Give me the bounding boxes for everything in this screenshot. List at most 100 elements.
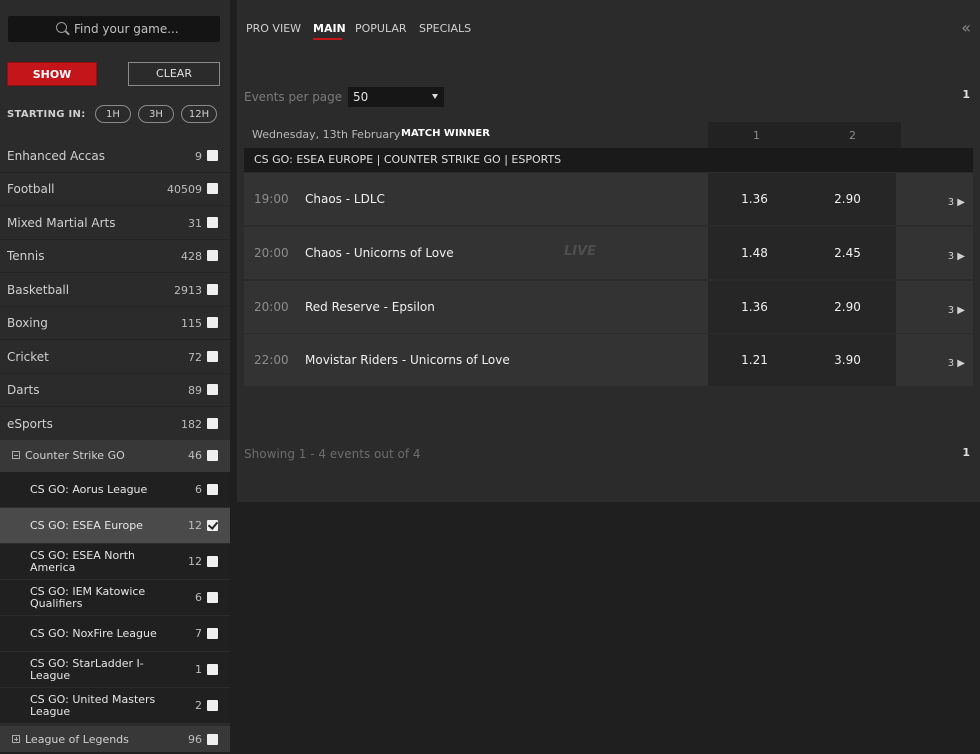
main-panel: PRO VIEW MAIN POPULAR SPECIALS ‹‹ Events… [237, 0, 980, 502]
showing-count: Showing 1 - 4 events out of 4 [244, 447, 421, 461]
sport-count: 40509 [167, 183, 202, 196]
sport-label: eSports [7, 417, 53, 431]
competition-checkbox-checked[interactable] [207, 520, 218, 531]
sport-label: Football [7, 182, 55, 196]
sport-checkbox[interactable] [207, 250, 218, 261]
competition-item-selected[interactable]: CS GO: ESEA Europe 12 [0, 508, 230, 544]
sport-checkbox[interactable] [207, 351, 218, 362]
event-match[interactable]: Movistar Riders - Unicorns of Love [305, 334, 510, 386]
tab-pro-view[interactable]: PRO VIEW [246, 22, 301, 35]
odd-button-1[interactable]: 1.36 [708, 281, 801, 333]
event-time: 20:00 [254, 246, 289, 260]
competition-item[interactable]: CS GO: IEM Katowice Qualifiers 6 [0, 580, 230, 616]
competition-checkbox[interactable] [207, 628, 218, 639]
group-header: CS GO: ESEA EUROPE | COUNTER STRIKE GO |… [244, 148, 973, 172]
search-input[interactable] [74, 20, 214, 38]
sidebar: SHOW CLEAR STARTING IN: 1H 3H 12H Enhanc… [0, 0, 230, 752]
competition-count: 1 [195, 663, 202, 676]
sport-item-boxing[interactable]: Boxing 115 [0, 307, 230, 340]
competition-count: 12 [188, 519, 202, 532]
odd-button-1[interactable]: 1.48 [708, 227, 801, 279]
sport-checkbox[interactable] [207, 284, 218, 295]
subcategory-checkbox[interactable] [207, 734, 218, 745]
time-filter-1h[interactable]: 1H [95, 105, 131, 123]
sport-count: 72 [188, 351, 202, 364]
odd-button-2[interactable]: 2.90 [801, 281, 894, 333]
subcategory-league-of-legends[interactable]: League of Legends 96 [0, 726, 230, 752]
competition-item[interactable]: CS GO: ESEA North America 12 [0, 544, 230, 580]
competition-checkbox[interactable] [207, 484, 218, 495]
sport-checkbox[interactable] [207, 217, 218, 228]
competition-checkbox[interactable] [207, 664, 218, 675]
more-markets-link[interactable]: 3 ▶ [948, 231, 965, 283]
page-number-top[interactable]: 1 [962, 88, 970, 101]
search-box[interactable] [8, 16, 220, 42]
event-row[interactable]: 20:00 Chaos - Unicorns of Love LIVE 1.48… [244, 227, 973, 279]
event-match[interactable]: Chaos - Unicorns of Love [305, 227, 454, 279]
sport-checkbox[interactable] [207, 418, 218, 429]
sport-item-darts[interactable]: Darts 89 [0, 374, 230, 407]
sport-label: Boxing [7, 316, 48, 330]
competition-item[interactable]: CS GO: United Masters League 2 [0, 688, 230, 724]
more-markets-link[interactable]: 3 ▶ [948, 285, 965, 337]
odd-button-2[interactable]: 2.90 [801, 173, 894, 225]
page-number-bottom[interactable]: 1 [962, 446, 970, 459]
clear-button[interactable]: CLEAR [128, 62, 220, 86]
time-filter-12h[interactable]: 12H [181, 105, 217, 123]
subcategory-counter-strike-go[interactable]: Counter Strike GO 46 [0, 440, 230, 472]
odd-button-2[interactable]: 3.90 [801, 334, 894, 386]
events-per-page-select[interactable]: 50 [348, 87, 444, 107]
odd-button-1[interactable]: 1.36 [708, 173, 801, 225]
competition-checkbox[interactable] [207, 700, 218, 711]
sport-checkbox[interactable] [207, 183, 218, 194]
competition-label: CS GO: United Masters League [30, 693, 156, 718]
subcategory-checkbox[interactable] [207, 450, 218, 461]
odd-button-2[interactable]: 2.45 [801, 227, 894, 279]
play-arrow-icon: ▶ [957, 251, 965, 262]
events-per-page-label: Events per page [244, 90, 343, 104]
sport-item-football[interactable]: Football 40509 [0, 173, 230, 206]
divider [894, 281, 896, 333]
odd-button-1[interactable]: 1.21 [708, 334, 801, 386]
group-title: CS GO: ESEA EUROPE | COUNTER STRIKE GO |… [254, 153, 562, 166]
competition-checkbox[interactable] [207, 556, 218, 567]
collapse-icon[interactable] [12, 451, 20, 459]
sport-count: 9 [195, 150, 202, 163]
event-row[interactable]: 22:00 Movistar Riders - Unicorns of Love… [244, 334, 973, 386]
expand-icon[interactable] [12, 735, 20, 743]
tab-main[interactable]: MAIN [313, 22, 346, 35]
sport-item-tennis[interactable]: Tennis 428 [0, 240, 230, 273]
collapse-double-chevron-icon[interactable]: ‹‹ [961, 18, 971, 37]
competition-count: 6 [195, 483, 202, 496]
sport-item-esports[interactable]: eSports 182 [0, 408, 230, 441]
tab-specials[interactable]: SPECIALS [419, 22, 471, 35]
competition-count: 12 [188, 555, 202, 568]
more-markets-link[interactable]: 3 ▶ [948, 177, 965, 229]
show-button[interactable]: SHOW [7, 62, 97, 86]
tab-popular[interactable]: POPULAR [355, 22, 407, 35]
sport-checkbox[interactable] [207, 150, 218, 161]
sport-item-basketball[interactable]: Basketball 2913 [0, 274, 230, 307]
column-header-1: 1 [708, 122, 805, 150]
event-match[interactable]: Red Reserve - Epsilon [305, 281, 435, 333]
more-markets-link[interactable]: 3 ▶ [948, 338, 965, 390]
sport-count: 115 [181, 317, 202, 330]
time-filter-3h[interactable]: 3H [138, 105, 174, 123]
event-row[interactable]: 19:00 Chaos - LDLC 1.36 2.90 3 ▶ [244, 173, 973, 225]
sport-label: Cricket [7, 350, 49, 364]
competition-item[interactable]: CS GO: NoxFire League 7 [0, 616, 230, 652]
competition-label: CS GO: ESEA Europe [30, 519, 143, 532]
play-arrow-icon: ▶ [957, 358, 965, 369]
event-match[interactable]: Chaos - LDLC [305, 173, 385, 225]
sport-checkbox[interactable] [207, 317, 218, 328]
competition-item[interactable]: CS GO: Aorus League 6 [0, 472, 230, 508]
sport-item-cricket[interactable]: Cricket 72 [0, 341, 230, 374]
competition-item[interactable]: CS GO: StarLadder I-League 1 [0, 652, 230, 688]
subcategory-label: League of Legends [25, 733, 129, 746]
divider [894, 227, 896, 279]
event-row[interactable]: 20:00 Red Reserve - Epsilon 1.36 2.90 3 … [244, 281, 973, 333]
sport-item-mma[interactable]: Mixed Martial Arts 31 [0, 207, 230, 240]
sport-checkbox[interactable] [207, 384, 218, 395]
sport-item-enhanced-accas[interactable]: Enhanced Accas 9 [0, 140, 230, 173]
competition-checkbox[interactable] [207, 592, 218, 603]
